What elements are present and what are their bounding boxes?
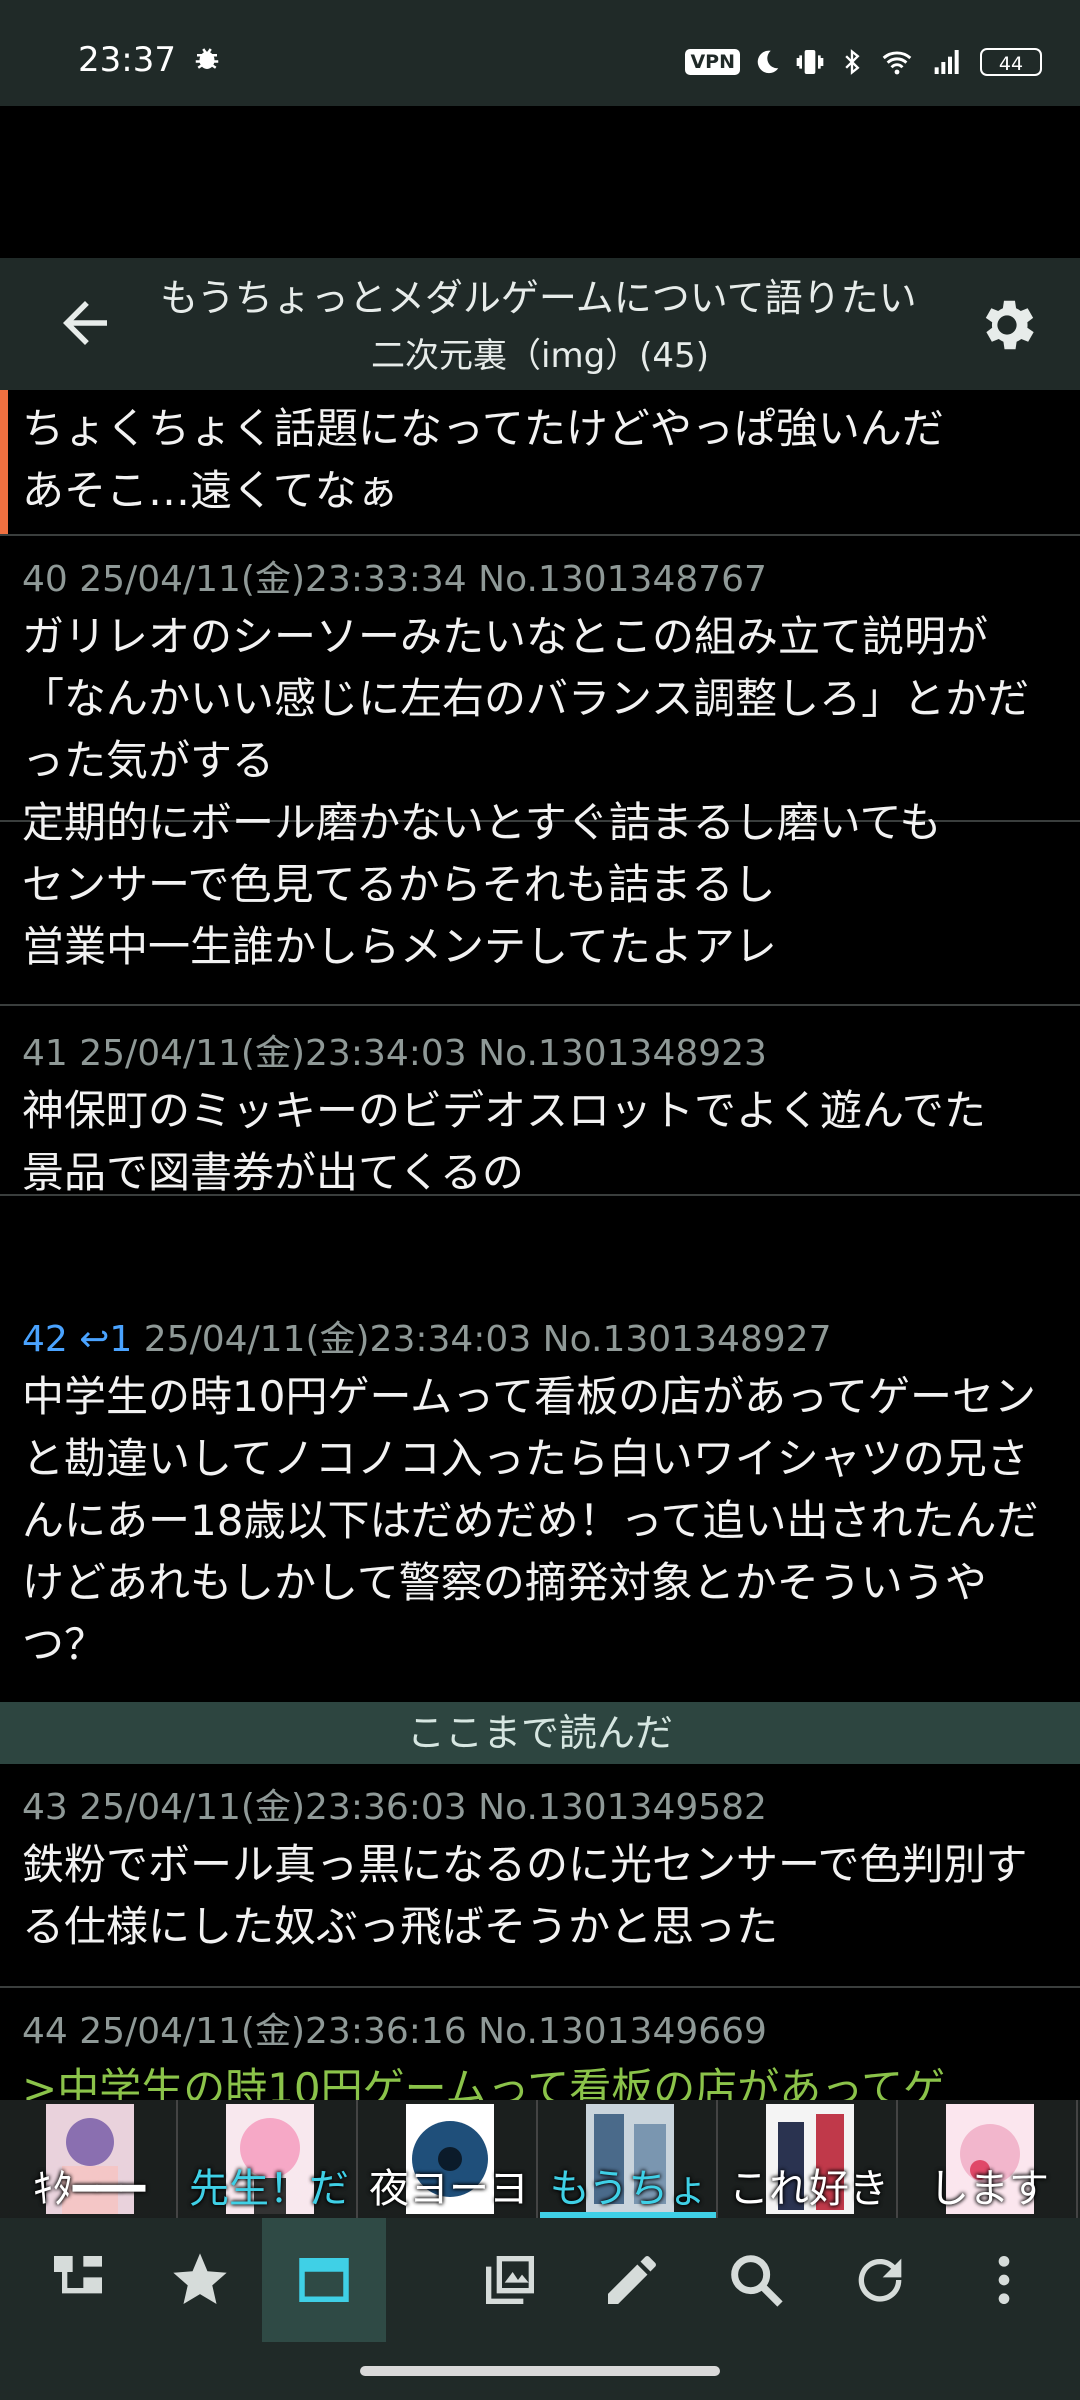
post-meta: 44 25/04/11(金)23:36:16 No.1301349669 xyxy=(22,2011,767,2052)
more-options-button[interactable] xyxy=(942,2218,1066,2342)
post-item[interactable]: ちょくちょく話題になってたけどやっぱ強いんだ あそこ…遠くてなぁ xyxy=(0,390,1080,536)
thread-tab[interactable]: します xyxy=(900,2100,1078,2218)
status-bar: 23:37 VPN 44 xyxy=(0,0,1080,106)
post-item[interactable]: 43 25/04/11(金)23:36:03 No.1301349582 鉄粉で… xyxy=(0,1764,1080,1988)
post-timestamp: 25/04/11(金)23:34:03 No.1301348927 xyxy=(143,1319,832,1360)
thread-tab[interactable]: ｷﾀ━━━ xyxy=(0,2100,178,2218)
tab-label: もうちょ xyxy=(549,2166,709,2212)
back-arrow-icon[interactable] xyxy=(52,290,118,356)
status-time: 23:37 xyxy=(78,40,176,80)
thread-title-area[interactable]: もうちょっとメダルゲームについて語りたい 二次元裏（img）(45) xyxy=(160,266,950,390)
thread-tree-button[interactable] xyxy=(16,2218,140,2342)
edit-icon xyxy=(608,2256,656,2304)
tab-label: します xyxy=(929,2166,1049,2212)
refresh-button[interactable] xyxy=(818,2218,942,2342)
search-button[interactable] xyxy=(694,2218,818,2342)
post-meta: 42 ↩1 25/04/11(金)23:34:03 No.1301348927 xyxy=(22,1310,832,1362)
board-subtitle: 二次元裏（img）(45) xyxy=(371,336,709,376)
post-quote: >中学生の時10円ゲームって看板の店があってゲ xyxy=(22,2064,946,2100)
post-item[interactable] xyxy=(0,1004,1080,1006)
refresh-icon xyxy=(858,2258,902,2302)
post-reply-button[interactable] xyxy=(570,2218,694,2342)
post-body: 鉄粉でボール真っ黒になるのに光センサーで色判別する仕様にした奴ぶっ飛ばそうかと思… xyxy=(22,1840,1028,1951)
tab-label: ｷﾀ━━━ xyxy=(32,2166,146,2212)
gallery-icon xyxy=(486,2256,534,2304)
unread-mark xyxy=(0,390,8,534)
thread-tab-strip[interactable]: ｷﾀ━━━ 先生！だ 夜ヨーヨ もうちょ これ好き します xyxy=(0,2100,1080,2218)
bluetooth-icon xyxy=(845,49,860,75)
more-icon xyxy=(998,2256,1010,2304)
thread-tab[interactable]: これ好き xyxy=(720,2100,898,2218)
signal-icon xyxy=(934,50,959,74)
post-meta: 41 25/04/11(金)23:34:03 No.1301348923 xyxy=(22,1033,767,1074)
thread-title: もうちょっとメダルゲームについて語りたい xyxy=(160,276,917,320)
battery-indicator: 44 xyxy=(980,48,1042,76)
post-meta: 40 25/04/11(金)23:33:34 No.1301348767 xyxy=(22,559,767,600)
gallery-button[interactable] xyxy=(448,2218,572,2342)
star-icon xyxy=(173,2253,227,2304)
vibrate-icon xyxy=(796,50,824,74)
tab-label: これ好き xyxy=(729,2166,889,2212)
debug-bug-icon xyxy=(195,48,219,69)
post-item[interactable]: 40 25/04/11(金)23:33:34 No.1301348767 ガリレ… xyxy=(0,536,1080,971)
status-icons: VPN 44 xyxy=(685,42,1042,82)
thread-tab-active[interactable]: もうちょ xyxy=(540,2100,718,2218)
tabs-icon xyxy=(299,2258,349,2302)
settings-gear-icon[interactable] xyxy=(974,292,1040,358)
post-body: ちょくちょく話題になってたけどやっぱ強いんだ あそこ…遠くてなぁ xyxy=(22,404,944,515)
thread-tab[interactable]: 夜ヨーヨ xyxy=(360,2100,538,2218)
tree-icon xyxy=(54,2256,102,2294)
wifi-icon xyxy=(882,51,912,75)
post-meta: 43 25/04/11(金)23:36:03 No.1301349582 xyxy=(22,1787,767,1828)
post-body: ガリレオのシーソーみたいなとこの組み立て説明が「なんかいい感じに左右のバランス調… xyxy=(22,612,1030,971)
favorite-button[interactable] xyxy=(138,2218,262,2342)
post-item[interactable]: 41 25/04/11(金)23:34:03 No.1301348923 神保町… xyxy=(0,1012,1080,1197)
moon-icon xyxy=(757,50,779,74)
tab-label: 先生！だ xyxy=(189,2166,349,2212)
post-item[interactable]: 42 ↩1 25/04/11(金)23:34:03 No.1301348927 … xyxy=(0,1296,1080,1698)
post-body: 中学生の時10円ゲームって看板の店があってゲーセンと勘違いしてノコノコ入ったら白… xyxy=(22,1372,1039,1669)
post-body: 神保町のミッキーのビデオスロットでよく遊んでた 景品で図書券が出てくるの xyxy=(22,1086,986,1197)
post-item[interactable]: 44 25/04/11(金)23:36:16 No.1301349669 >中学… xyxy=(0,1988,1080,2100)
thread-tab[interactable]: 先生！だ xyxy=(180,2100,358,2218)
read-position-marker: ここまで読んだ xyxy=(0,1702,1080,1764)
tabs-button[interactable] xyxy=(262,2218,386,2342)
search-icon xyxy=(731,2255,783,2307)
post-list[interactable]: ちょくちょく話題になってたけどやっぱ強いんだ あそこ…遠くてなぁ 40 25/0… xyxy=(0,390,1080,2100)
blank-area xyxy=(0,106,1080,258)
post-number-link[interactable]: 42 xyxy=(22,1319,68,1360)
vpn-badge: VPN xyxy=(685,49,740,75)
tab-label: 夜ヨーヨ xyxy=(369,2166,529,2212)
reply-count-link[interactable]: ↩1 xyxy=(68,1319,132,1360)
gesture-home-bar[interactable] xyxy=(360,2366,720,2376)
